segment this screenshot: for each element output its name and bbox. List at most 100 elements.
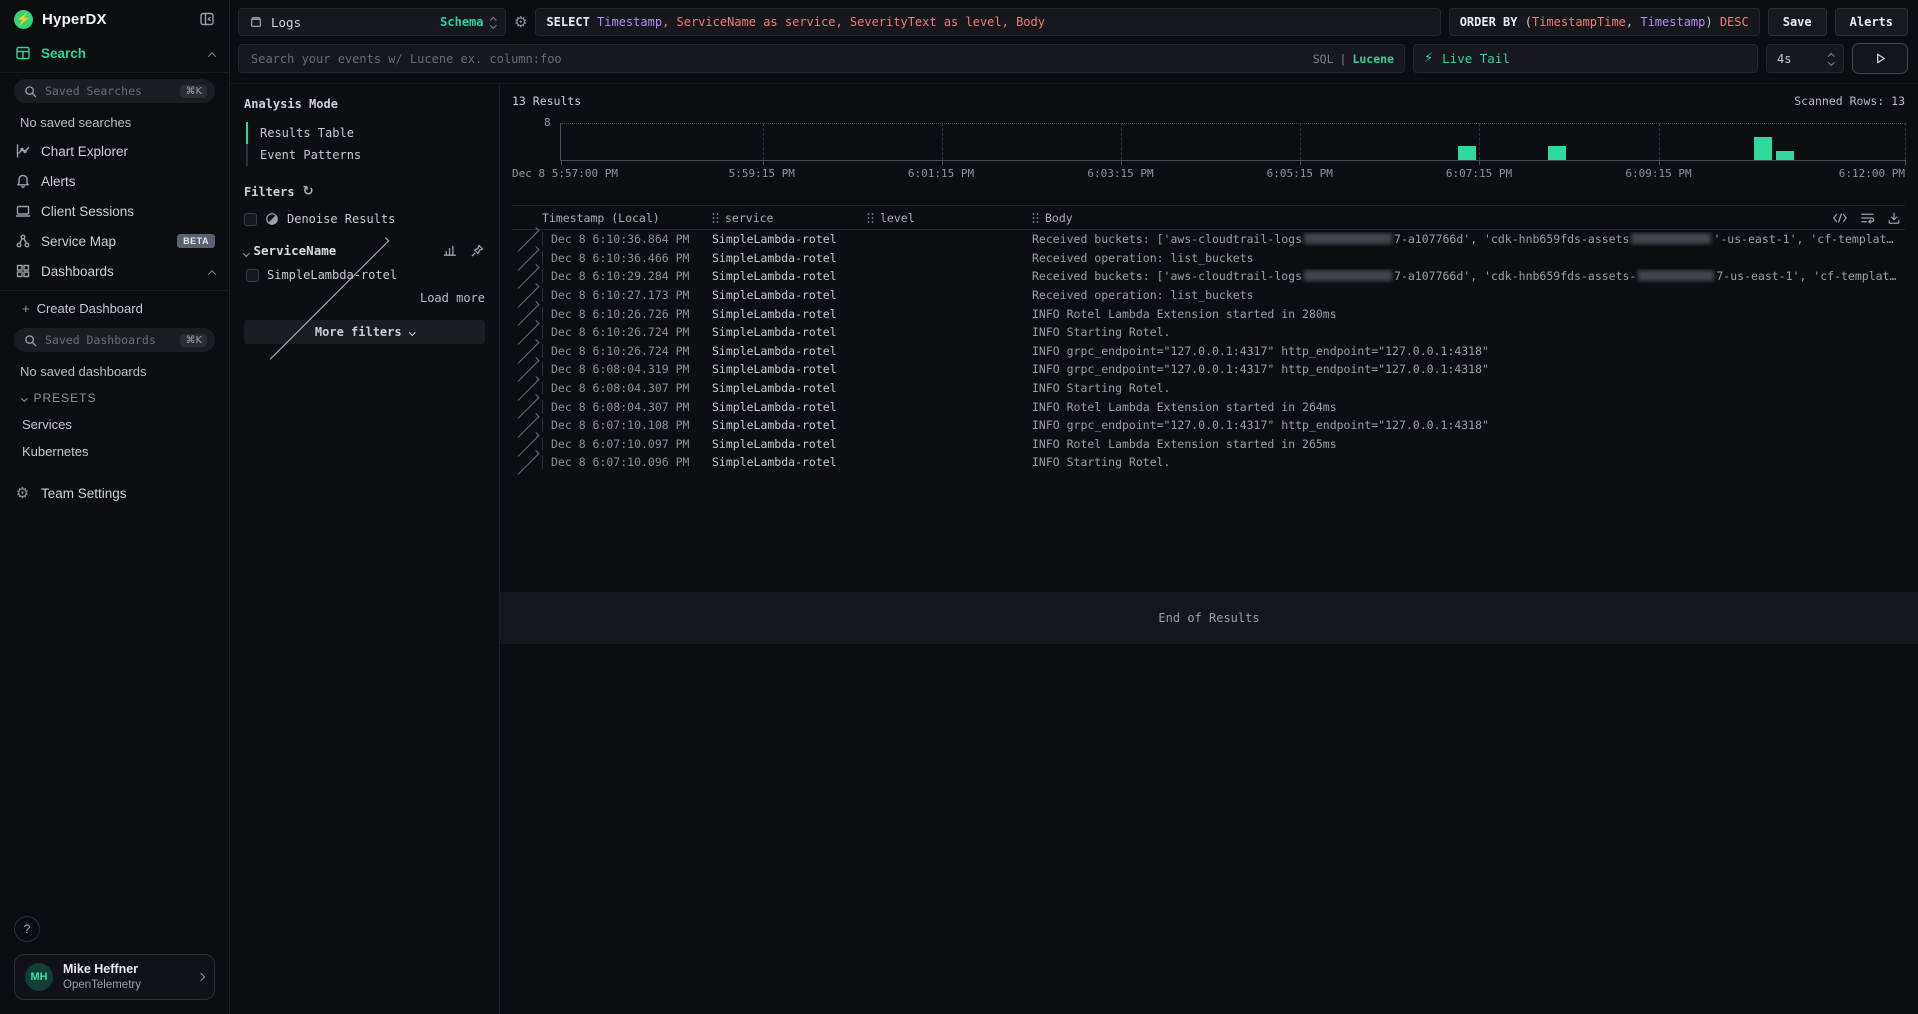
sidebar-item-label: Service Map xyxy=(41,234,116,249)
more-filters-label: More filters xyxy=(315,325,402,339)
save-button[interactable]: Save xyxy=(1768,8,1827,36)
pin-icon[interactable] xyxy=(470,243,485,258)
preset-services[interactable]: Services xyxy=(0,411,229,438)
cell-timestamp: Dec 8 6:08:04.319 PM xyxy=(542,362,712,376)
cell-timestamp: Dec 8 6:07:10.108 PM xyxy=(542,418,712,432)
log-row[interactable]: Dec 8 6:08:04.307 PMSimpleLambda-rotelIN… xyxy=(512,397,1905,416)
expand-row-icon[interactable] xyxy=(512,442,542,447)
chevron-up-icon[interactable] xyxy=(209,264,215,279)
saved-dashboards-input[interactable] xyxy=(43,332,174,348)
facet-value-checkbox[interactable] xyxy=(246,269,259,282)
facet-chart-icon[interactable] xyxy=(443,243,458,258)
refresh-icon[interactable]: ↻ xyxy=(303,184,314,199)
histogram-bar[interactable] xyxy=(1458,146,1476,160)
presets-toggle[interactable]: PRESETS xyxy=(0,385,229,411)
log-row[interactable]: Dec 8 6:10:29.284 PMSimpleLambda-rotelRe… xyxy=(512,267,1905,286)
play-button[interactable] xyxy=(1852,43,1908,74)
log-row[interactable]: Dec 8 6:10:36.466 PMSimpleLambda-rotelRe… xyxy=(512,249,1905,268)
event-search: SQL | Lucene xyxy=(238,44,1405,73)
cell-timestamp: Dec 8 6:07:10.096 PM xyxy=(542,455,712,469)
language-toggle[interactable]: SQL | Lucene xyxy=(1313,45,1394,72)
log-row[interactable]: Dec 8 6:07:10.097 PMSimpleLambda-rotelIN… xyxy=(512,435,1905,454)
chevron-up-icon[interactable] xyxy=(209,46,215,61)
expand-row-icon[interactable] xyxy=(512,274,542,279)
profile-card[interactable]: MH Mike Heffner OpenTelemetry xyxy=(14,954,215,1000)
expand-row-icon[interactable] xyxy=(512,404,542,409)
denoise-row[interactable]: Denoise Results xyxy=(244,212,485,226)
expand-row-icon[interactable] xyxy=(512,349,542,354)
results-histogram[interactable]: 8 Dec 8 5:57:00 PM5:59:15 PM6:01:15 PM6:… xyxy=(512,123,1905,183)
expand-row-icon[interactable] xyxy=(512,256,542,261)
expand-row-icon[interactable] xyxy=(512,311,542,316)
live-tail-button[interactable]: ⚡ Live Tail xyxy=(1413,44,1758,73)
expand-row-icon[interactable] xyxy=(512,330,542,335)
analysis-mode-option[interactable]: Event Patterns xyxy=(246,144,485,166)
help-button[interactable]: ? xyxy=(14,916,40,942)
log-row[interactable]: Dec 8 6:08:04.319 PMSimpleLambda-rotelIN… xyxy=(512,360,1905,379)
log-row[interactable]: Dec 8 6:10:27.173 PMSimpleLambda-rotelRe… xyxy=(512,286,1905,305)
column-header-body[interactable]: Body xyxy=(1032,211,1905,225)
denoise-checkbox[interactable] xyxy=(244,213,257,226)
log-row[interactable]: Dec 8 6:07:10.108 PMSimpleLambda-rotelIN… xyxy=(512,416,1905,435)
sidebar-item-team-settings[interactable]: ⚙ Team Settings xyxy=(0,477,229,509)
histogram-bar[interactable] xyxy=(1548,146,1566,160)
axis-tick xyxy=(1121,160,1122,165)
column-header-service[interactable]: service xyxy=(712,211,867,225)
chevron-down-icon[interactable] xyxy=(244,243,249,258)
stepper-icon[interactable] xyxy=(1829,53,1834,64)
expand-row-icon[interactable] xyxy=(512,293,542,298)
more-filters-button[interactable]: More filters xyxy=(244,320,485,344)
filters-panel: Analysis Mode Results TableEvent Pattern… xyxy=(230,84,500,1014)
sidebar-item-service-map[interactable]: Service Map BETA xyxy=(0,226,229,256)
download-icon[interactable] xyxy=(1887,211,1901,225)
cell-service: SimpleLambda-rotel xyxy=(712,418,867,432)
table-header-icons xyxy=(1832,206,1901,229)
sql-label[interactable]: SQL xyxy=(1313,52,1334,66)
code-view-icon[interactable] xyxy=(1832,211,1848,225)
sidebar-collapse-icon[interactable] xyxy=(199,11,215,27)
preset-kubernetes[interactable]: Kubernetes xyxy=(0,438,229,465)
order-by[interactable]: ORDER BY (TimestampTime, Timestamp) DESC xyxy=(1449,8,1760,36)
source-select[interactable]: Logs Schema xyxy=(238,8,506,36)
sidebar-item-dashboards[interactable]: Dashboards xyxy=(0,256,229,286)
redacted-text xyxy=(1631,233,1711,244)
wrap-lines-icon[interactable] xyxy=(1860,211,1875,225)
sidebar-item-chart-explorer[interactable]: Chart Explorer xyxy=(0,136,229,166)
select-query[interactable]: SELECT Timestamp, ServiceName as service… xyxy=(535,8,1440,36)
expand-row-icon[interactable] xyxy=(512,237,542,242)
lucene-label[interactable]: Lucene xyxy=(1352,52,1394,66)
drag-handle-icon[interactable] xyxy=(867,212,874,224)
analysis-mode-option[interactable]: Results Table xyxy=(246,122,485,144)
facet-value-row[interactable]: SimpleLambda-rotel xyxy=(246,268,485,282)
load-more-button[interactable]: Load more xyxy=(244,291,485,305)
expand-row-icon[interactable] xyxy=(512,423,542,428)
cell-timestamp: Dec 8 6:10:29.284 PM xyxy=(542,269,712,283)
expand-row-icon[interactable] xyxy=(512,367,542,372)
log-row[interactable]: Dec 8 6:10:26.726 PMSimpleLambda-rotelIN… xyxy=(512,304,1905,323)
schema-label: Schema xyxy=(440,15,483,29)
log-row[interactable]: Dec 8 6:08:04.307 PMSimpleLambda-rotelIN… xyxy=(512,379,1905,398)
saved-searches-input[interactable] xyxy=(43,83,174,99)
sidebar-item-client-sessions[interactable]: Client Sessions xyxy=(0,196,229,226)
alerts-button[interactable]: Alerts xyxy=(1835,8,1908,36)
histogram-bar[interactable] xyxy=(1776,151,1794,160)
log-row[interactable]: Dec 8 6:10:26.724 PMSimpleLambda-rotelIN… xyxy=(512,342,1905,361)
log-row[interactable]: Dec 8 6:07:10.096 PMSimpleLambda-rotelIN… xyxy=(512,453,1905,472)
schema-select[interactable]: Schema xyxy=(440,15,495,29)
log-row[interactable]: Dec 8 6:10:36.864 PMSimpleLambda-rotelRe… xyxy=(512,230,1905,249)
create-dashboard-button[interactable]: + Create Dashboard xyxy=(0,295,229,322)
sidebar-item-search[interactable]: Search xyxy=(0,38,229,68)
refresh-interval-select[interactable]: 4s xyxy=(1766,44,1844,73)
gear-icon[interactable]: ⚙ xyxy=(514,13,527,31)
log-row[interactable]: Dec 8 6:10:26.724 PMSimpleLambda-rotelIN… xyxy=(512,323,1905,342)
drag-handle-icon[interactable] xyxy=(1032,212,1039,224)
expand-row-icon[interactable] xyxy=(512,386,542,391)
histogram-plot[interactable]: 8 xyxy=(560,123,1905,161)
drag-handle-icon[interactable] xyxy=(712,212,719,224)
histogram-bar[interactable] xyxy=(1754,137,1772,160)
expand-row-icon[interactable] xyxy=(512,460,542,465)
sidebar-item-alerts[interactable]: Alerts xyxy=(0,166,229,196)
column-header-level[interactable]: level xyxy=(867,211,1032,225)
sidebar: ⚡ HyperDX Search ⌘K No saved searches xyxy=(0,0,230,1014)
search-input[interactable] xyxy=(239,45,1404,72)
